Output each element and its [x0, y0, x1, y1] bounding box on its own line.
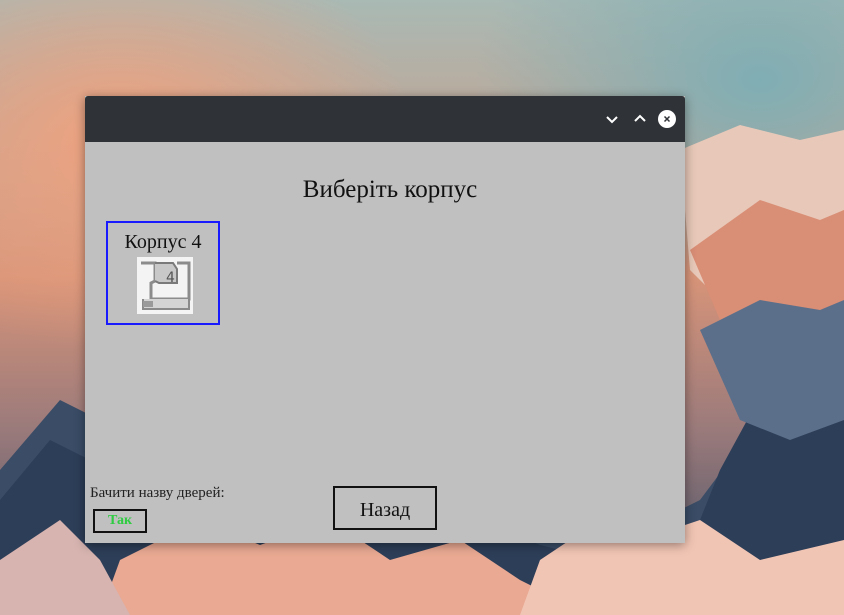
building-4-plan-icon: 4	[137, 257, 193, 314]
page-title: Виберіть корпус	[302, 176, 478, 203]
window-content: Виберіть корпус Корпус 4 4 Бачити назву …	[85, 142, 685, 543]
show-door-names-label: Бачити назву дверей:	[90, 485, 225, 501]
app-window: Виберіть корпус Корпус 4 4 Бачити назву …	[85, 96, 685, 543]
close-icon[interactable]	[656, 108, 678, 130]
window-titlebar[interactable]	[85, 96, 685, 142]
building-card[interactable]: Корпус 4 4	[106, 221, 220, 325]
building-label: Корпус 4	[124, 231, 202, 253]
back-button[interactable]: Назад	[333, 486, 437, 530]
chevron-up-icon[interactable]	[629, 108, 651, 130]
chevron-down-icon[interactable]	[601, 108, 623, 130]
svg-text:4: 4	[166, 270, 175, 286]
show-door-names-toggle[interactable]: Так	[93, 509, 147, 533]
